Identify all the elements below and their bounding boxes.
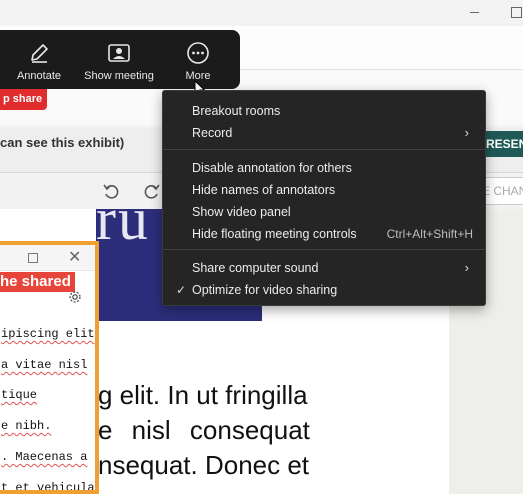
menu-divider <box>163 149 485 150</box>
annotate-button[interactable]: Annotate <box>10 30 68 89</box>
menu-item-disable-annotation[interactable]: Disable annotation for others <box>163 157 485 179</box>
menu-item-show-video-panel[interactable]: Show video panel <box>163 201 485 223</box>
keyboard-shortcut: Ctrl+Alt+Shift+H <box>386 227 473 241</box>
more-icon <box>187 42 209 64</box>
menu-item-label: Breakout rooms <box>192 104 281 118</box>
notes-header: he shared <box>0 272 75 292</box>
notes-line: t et vehicula <box>1 481 95 494</box>
menu-item-label: Optimize for video sharing <box>192 283 338 297</box>
document-text-line: nsequat. Donec et <box>98 450 310 480</box>
document-text-line: g elit. In ut fringilla <box>98 380 308 410</box>
notes-line: ipiscing elit <box>1 327 95 341</box>
menu-item-label: Show video panel <box>192 205 291 219</box>
exhibit-visibility-text: can see this exhibit) <box>0 135 125 150</box>
stop-share-badge[interactable]: p share <box>0 89 47 110</box>
chevron-right-icon: › <box>464 260 469 275</box>
floating-notes-window[interactable]: ✕ he shared ipiscing elit a vitae nisl t… <box>0 241 99 494</box>
present-button[interactable]: RESENT <box>484 131 523 157</box>
more-dropdown-menu: Breakout rooms Record › Disable annotati… <box>162 90 486 306</box>
close-icon[interactable]: ✕ <box>68 247 81 267</box>
menu-item-hide-annotator-names[interactable]: Hide names of annotators <box>163 179 485 201</box>
show-meeting-button[interactable]: Show meeting <box>76 30 162 89</box>
menu-item-optimize-video[interactable]: ✓ Optimize for video sharing <box>163 279 485 301</box>
annotate-label: Annotate <box>16 70 62 82</box>
notes-line: e nibh. <box>1 419 52 433</box>
document-text-line: e nisl consequat <box>98 415 310 445</box>
menu-divider <box>163 249 485 250</box>
notes-line: . Maecenas a <box>1 450 88 464</box>
rotate-right-icon[interactable] <box>143 182 161 200</box>
rotate-left-icon[interactable] <box>102 182 120 200</box>
menu-item-label: Share computer sound <box>192 261 319 275</box>
menu-item-label: Record <box>192 126 233 140</box>
pencil-icon <box>31 44 48 63</box>
window-titlebar <box>0 0 523 26</box>
minimize-button[interactable] <box>466 3 486 21</box>
menu-item-hide-floating-controls[interactable]: Hide floating meeting controls Ctrl+Alt+… <box>163 223 485 245</box>
banner-text: ru <box>96 209 150 252</box>
meeting-icon <box>108 44 130 62</box>
menu-item-label: Disable annotation for others <box>192 161 352 175</box>
notes-line: a vitae nisl <box>1 358 88 372</box>
menu-item-label: Hide names of annotators <box>192 183 336 197</box>
menu-item-share-computer-sound[interactable]: Share computer sound › <box>163 257 485 279</box>
menu-item-breakout-rooms[interactable]: Breakout rooms <box>163 100 485 122</box>
menu-item-label: Hide floating meeting controls <box>192 227 357 241</box>
notes-maximize-button[interactable] <box>28 253 38 263</box>
maximize-button[interactable] <box>506 3 523 21</box>
menu-item-record[interactable]: Record › <box>163 122 485 144</box>
gear-icon[interactable] <box>68 290 82 304</box>
show-meeting-label: Show meeting <box>84 70 154 82</box>
checkmark-icon: ✓ <box>176 283 187 297</box>
notes-line: tique <box>1 388 38 402</box>
chevron-right-icon: › <box>464 125 469 140</box>
